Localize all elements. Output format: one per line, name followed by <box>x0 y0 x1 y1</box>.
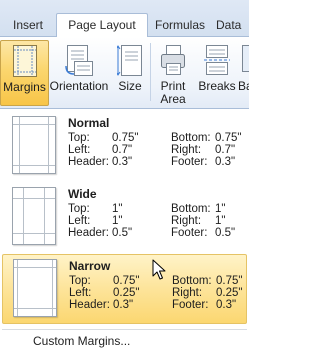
left-value: 1" <box>112 215 123 227</box>
breaks-button[interactable]: Breaks <box>195 40 239 106</box>
tab-formulas[interactable]: Formulas <box>150 14 210 37</box>
top-label: Top: <box>68 203 90 215</box>
option-title: Narrow <box>69 259 111 273</box>
bottom-value: 0.75" <box>216 275 243 287</box>
footer-label: Footer: <box>172 299 209 311</box>
print-area-icon <box>159 44 187 79</box>
header-value: 0.3" <box>113 299 134 311</box>
bottom-value: 0.75" <box>215 132 242 144</box>
margins-icon <box>12 45 37 80</box>
breaks-icon <box>203 44 231 79</box>
right-value: 1" <box>215 215 226 227</box>
footer-label: Footer: <box>171 227 208 239</box>
right-value: 0.7" <box>215 144 236 156</box>
margin-option-normal[interactable]: Normal Top: 0.75" Bottom: 0.75" Left: 0.… <box>2 112 247 182</box>
left-value: 0.25" <box>113 287 140 299</box>
bottom-label: Bottom: <box>171 203 211 215</box>
ribbon-separator <box>150 43 151 101</box>
mouse-pointer-icon <box>152 259 166 280</box>
footer-value: 0.3" <box>216 299 237 311</box>
header-value: 0.3" <box>112 156 133 168</box>
custom-margins-item[interactable]: Custom Margins... <box>2 329 247 348</box>
tab-page-layout[interactable]: Page Layout <box>56 13 148 38</box>
top-value: 0.75" <box>113 275 140 287</box>
margin-option-narrow[interactable]: Narrow Top: 0.75" Bottom: 0.75" Left: 0.… <box>2 254 247 324</box>
left-label: Left: <box>68 215 91 227</box>
normal-margins-thumbnail <box>12 116 56 174</box>
margins-dropdown-menu: Normal Top: 0.75" Bottom: 0.75" Left: 0.… <box>0 108 249 348</box>
top-value: 1" <box>112 203 123 215</box>
option-title: Normal <box>68 116 110 130</box>
background-icon <box>242 44 249 77</box>
tab-data[interactable]: Data <box>216 14 249 37</box>
margin-option-wide[interactable]: Wide Top: 1" Bottom: 1" Left: 1" Right: … <box>2 183 247 253</box>
bottom-value: 1" <box>215 203 226 215</box>
footer-value: 0.3" <box>215 156 236 168</box>
excel-window: Insert Page Layout Formulas Data Margins <box>0 0 249 348</box>
print-area-button[interactable]: Print Area <box>153 40 193 106</box>
left-value: 0.7" <box>112 144 133 156</box>
tab-insert[interactable]: Insert <box>2 14 54 37</box>
margins-label: Margins <box>3 80 46 94</box>
right-label: Right: <box>171 215 202 227</box>
print-area-label: Print Area <box>160 79 186 106</box>
left-label: Left: <box>68 144 91 156</box>
right-label: Right: <box>172 287 203 299</box>
margins-button[interactable]: Margins <box>0 40 49 106</box>
top-label: Top: <box>68 132 90 144</box>
header-value: 0.5" <box>112 227 133 239</box>
header-label: Header: <box>68 227 109 239</box>
footer-label: Footer: <box>171 156 208 168</box>
footer-value: 0.5" <box>215 227 236 239</box>
option-title: Wide <box>68 187 97 201</box>
background-label: Ba <box>238 79 249 93</box>
right-label: Right: <box>171 144 202 156</box>
background-button[interactable]: Ba <box>238 40 249 106</box>
left-label: Left: <box>69 287 92 299</box>
wide-margins-thumbnail <box>12 187 56 245</box>
top-value: 0.75" <box>112 132 139 144</box>
right-value: 0.25" <box>216 287 243 299</box>
size-button[interactable]: Size <box>112 40 148 106</box>
bottom-label: Bottom: <box>171 132 211 144</box>
size-label: Size <box>118 79 142 93</box>
custom-margins-label: Custom Margins... <box>33 334 131 348</box>
orientation-label: Orientation <box>49 79 109 93</box>
narrow-margins-thumbnail <box>13 259 57 317</box>
ribbon-page-setup-group: Margins Orientation Size Print Area Brea… <box>0 37 249 109</box>
bottom-label: Bottom: <box>172 275 212 287</box>
header-label: Header: <box>68 156 109 168</box>
header-label: Header: <box>69 299 110 311</box>
orientation-icon <box>64 44 94 81</box>
ribbon-tab-bar: Insert Page Layout Formulas Data <box>0 0 249 38</box>
size-icon <box>115 44 143 81</box>
top-label: Top: <box>69 275 91 287</box>
breaks-label: Breaks <box>198 79 236 93</box>
orientation-button[interactable]: Orientation <box>48 40 110 106</box>
